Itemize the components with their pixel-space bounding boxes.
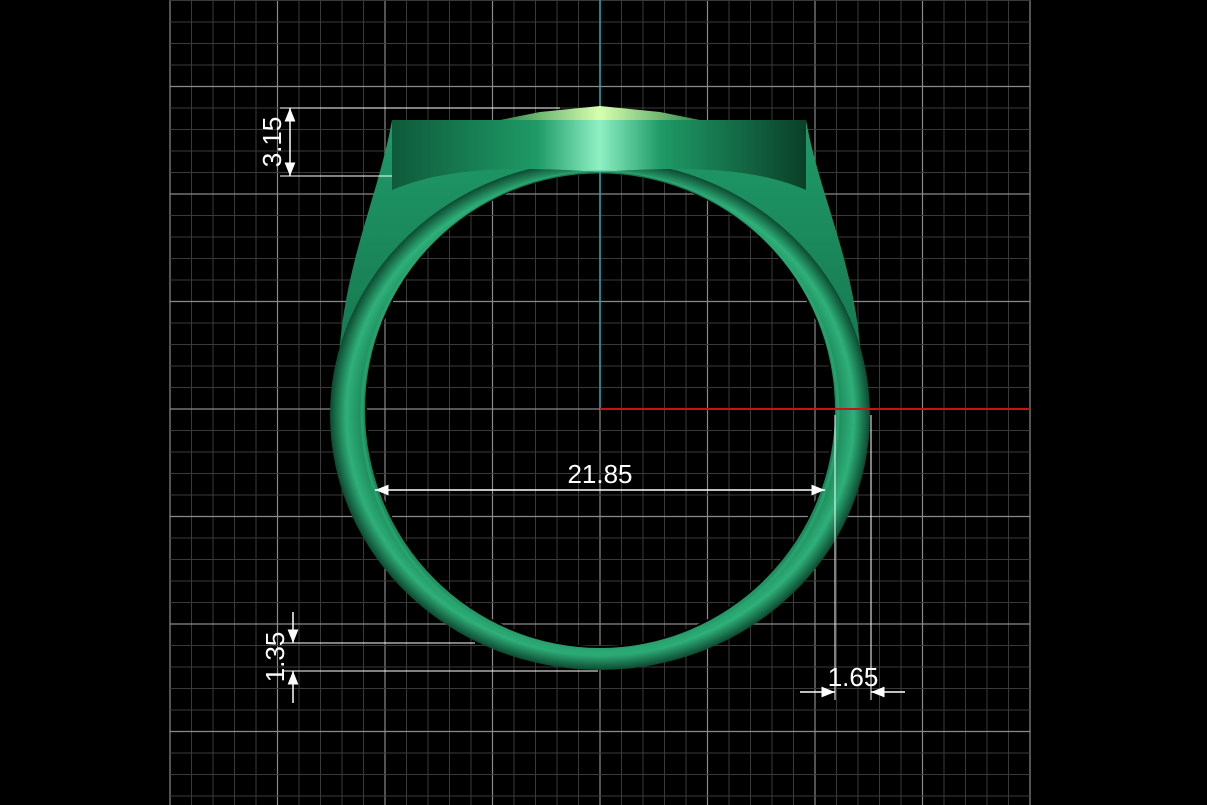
dimension-label-bottom: 1.35 [260,632,290,683]
dimension-label-top: 3.15 [257,117,287,168]
cad-viewport[interactable]: 3.15 21.85 1.35 1.65 [0,0,1207,805]
drawing-canvas[interactable]: 3.15 21.85 1.35 1.65 [0,0,1207,805]
dimension-label-inner-diameter: 21.85 [567,459,632,489]
dimension-label-side: 1.65 [828,662,879,692]
